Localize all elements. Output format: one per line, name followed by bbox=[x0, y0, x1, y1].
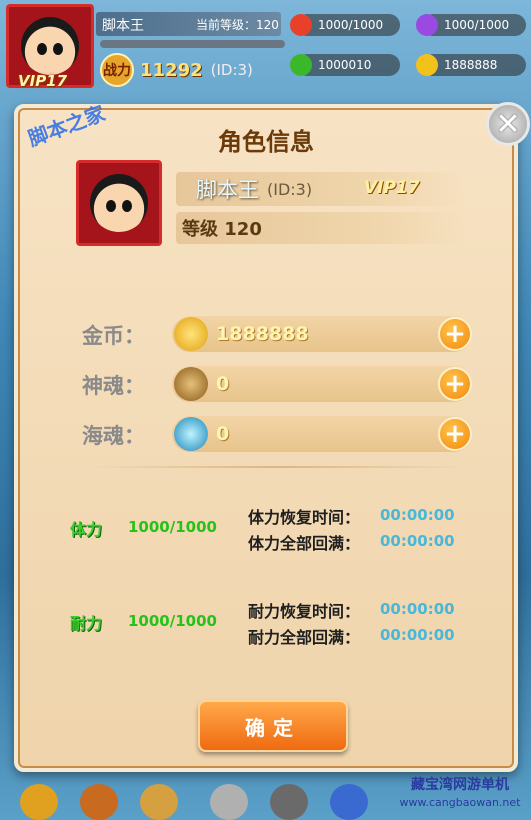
sea-soul-row: 海魂： 0 + bbox=[82, 414, 482, 454]
stamina-value: 1000/1000 bbox=[128, 518, 217, 536]
hud-level-text: 当前等级：120 bbox=[196, 18, 279, 32]
crew-icon[interactable] bbox=[140, 784, 178, 820]
add-sea-soul-button[interactable]: + bbox=[438, 417, 472, 451]
red-resource-value: 1000/1000 bbox=[318, 18, 384, 32]
purple-resource-value: 1000/1000 bbox=[444, 18, 510, 32]
name-row: 脚本王 (ID:3) VIP17 bbox=[176, 172, 466, 206]
watermark-url: www.cangbaowan.net bbox=[399, 796, 521, 809]
power-display: 战力 11292 (ID:3) bbox=[100, 52, 290, 88]
add-divine-soul-button[interactable]: + bbox=[438, 367, 472, 401]
exp-bar bbox=[100, 40, 285, 48]
character-info-dialog: 角色信息 ✕ 脚本王 (ID:3) VIP17 等级 120 金币： 18888… bbox=[14, 102, 530, 772]
add-gold-button[interactable]: + bbox=[438, 317, 472, 351]
green-resource-value: 1000010 bbox=[318, 58, 372, 72]
hud-player-id: (ID:3) bbox=[210, 61, 253, 79]
endurance-full-label: 耐力全部回满： bbox=[248, 628, 361, 647]
bag-icon[interactable] bbox=[80, 784, 118, 820]
endurance-full-value: 00:00:00 bbox=[380, 626, 455, 644]
cannon-icon[interactable] bbox=[270, 784, 308, 820]
skull-icon[interactable] bbox=[210, 784, 248, 820]
gold-resource[interactable]: 1888888 bbox=[416, 54, 526, 76]
sea-soul-value: 0 bbox=[216, 423, 230, 445]
gold-row: 金币： 1888888 + bbox=[82, 314, 482, 354]
character-name: 脚本王 bbox=[196, 178, 259, 202]
sea-soul-bar: 0 + bbox=[172, 416, 472, 452]
watermark-bottom: 藏宝湾网游单机 bbox=[411, 777, 509, 793]
stamina-full-value: 00:00:00 bbox=[380, 532, 455, 550]
confirm-button[interactable]: 确定 bbox=[198, 700, 348, 752]
star-badge-icon[interactable] bbox=[330, 784, 368, 820]
straw-hat-icon[interactable] bbox=[20, 784, 58, 820]
endurance-recover-value: 00:00:00 bbox=[380, 600, 455, 618]
sea-soul-icon bbox=[174, 417, 208, 451]
divider bbox=[88, 466, 468, 468]
level-row: 等级 120 bbox=[176, 212, 466, 244]
gold-coin-icon bbox=[174, 317, 208, 351]
character-id: (ID:3) bbox=[267, 179, 313, 199]
stamina-label: 体力 bbox=[70, 520, 103, 539]
stamina-full-label: 体力全部回满： bbox=[248, 534, 361, 553]
divine-soul-bar: 0 + bbox=[172, 366, 472, 402]
fire-icon bbox=[290, 14, 312, 36]
gold-bar: 1888888 + bbox=[172, 316, 472, 352]
sea-soul-label: 海魂： bbox=[82, 424, 145, 448]
stamina-recover-value: 00:00:00 bbox=[380, 506, 455, 524]
divine-soul-icon bbox=[174, 367, 208, 401]
top-hud: VIP17 脚本王 当前等级：120 战力 11292 (ID:3) 1000/… bbox=[0, 0, 531, 90]
vip-badge: VIP17 bbox=[364, 178, 420, 198]
purple-flame-icon bbox=[416, 14, 438, 36]
power-icon: 战力 bbox=[100, 53, 134, 87]
power-value: 11292 bbox=[140, 59, 203, 81]
close-button[interactable]: ✕ bbox=[486, 102, 530, 146]
money-icon bbox=[290, 54, 312, 76]
luffy-portrait-icon bbox=[21, 17, 79, 75]
character-avatar bbox=[76, 160, 162, 246]
endurance-label: 耐力 bbox=[70, 614, 103, 633]
endurance-recover-label: 耐力恢复时间： bbox=[248, 602, 361, 621]
gold-resource-value: 1888888 bbox=[444, 58, 498, 72]
divine-soul-row: 神魂： 0 + bbox=[82, 364, 482, 404]
stamina-recover-label: 体力恢复时间： bbox=[248, 508, 361, 527]
hud-vip-badge: VIP17 bbox=[18, 72, 68, 90]
endurance-value: 1000/1000 bbox=[128, 612, 217, 630]
red-resource[interactable]: 1000/1000 bbox=[290, 14, 400, 36]
purple-resource[interactable]: 1000/1000 bbox=[416, 14, 526, 36]
green-resource[interactable]: 1000010 bbox=[290, 54, 400, 76]
coin-icon bbox=[416, 54, 438, 76]
luffy-portrait-icon bbox=[90, 174, 148, 232]
character-level: 等级 120 bbox=[182, 219, 262, 240]
gold-label: 金币： bbox=[82, 324, 145, 348]
divine-soul-label: 神魂： bbox=[82, 374, 145, 398]
divine-soul-value: 0 bbox=[216, 373, 230, 395]
gold-value: 1888888 bbox=[216, 323, 309, 345]
